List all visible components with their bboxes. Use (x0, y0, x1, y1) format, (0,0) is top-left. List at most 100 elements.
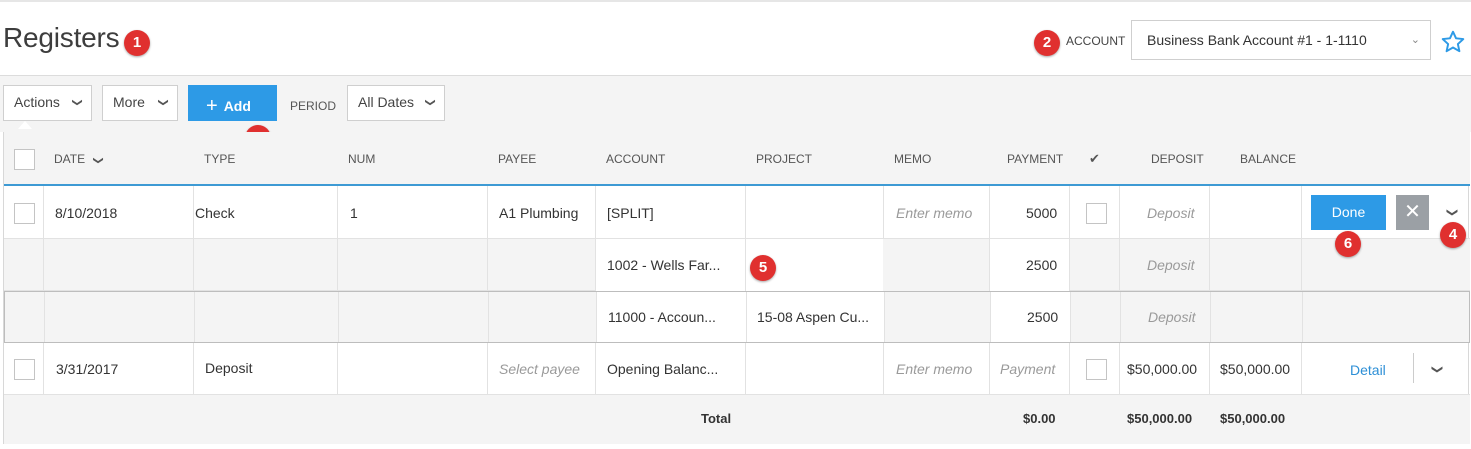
page-header: Registers 1 2 ACCOUNT Business Bank Acco… (0, 2, 1471, 76)
column-divider (1209, 343, 1210, 395)
deposit-cell[interactable]: $50,000.00 (1127, 361, 1197, 377)
column-divider (883, 186, 884, 239)
action-divider (1413, 353, 1414, 383)
total-balance: $50,000.00 (1220, 411, 1286, 426)
column-header-payee: PAYEE (498, 152, 537, 166)
column-divider (1119, 186, 1120, 239)
date-cell[interactable]: 8/10/2018 (55, 205, 117, 221)
column-header-project: PROJECT (756, 152, 813, 166)
column-divider (43, 186, 44, 239)
column-divider (337, 239, 338, 291)
memo-blank-cell (883, 239, 989, 291)
done-button[interactable]: Done (1311, 195, 1386, 230)
account-cell[interactable]: Opening Balanc... (607, 361, 718, 377)
column-divider (595, 343, 596, 395)
period-value: All Dates (358, 94, 415, 110)
column-divider (989, 239, 990, 291)
payee-input[interactable]: Select payee (499, 361, 580, 377)
add-button[interactable]: + Add (188, 85, 277, 121)
payee-cell[interactable]: A1 Plumbing (499, 205, 578, 221)
total-payment: $0.00 (1023, 411, 1056, 426)
split-deposit-input[interactable]: Deposit (1147, 257, 1194, 273)
type-cell[interactable]: Deposit (205, 360, 252, 376)
split-payment-cell[interactable]: 2500 (1027, 309, 1058, 325)
type-cell[interactable]: Check (195, 205, 235, 221)
column-divider (1301, 343, 1302, 395)
column-divider (745, 343, 746, 395)
memo-input[interactable]: Enter memo (896, 205, 972, 221)
split-account-cell[interactable]: 11000 - Accoun... (608, 309, 716, 325)
page-title: Registers (3, 22, 120, 53)
chevron-down-icon[interactable]: ❯ (1446, 208, 1459, 217)
cleared-checkbox[interactable] (1086, 359, 1107, 380)
column-divider (43, 239, 44, 291)
chevron-down-icon: ❯ (157, 98, 169, 107)
chevron-down-icon[interactable]: ❯ (1431, 365, 1444, 374)
table-header-row: DATE ❯ TYPE NUM PAYEE ACCOUNT PROJECT ME… (4, 132, 1470, 186)
chevron-down-icon: ❯ (71, 98, 83, 107)
select-all-checkbox[interactable] (14, 149, 35, 170)
detail-link[interactable]: Detail (1350, 362, 1386, 378)
column-divider (1069, 186, 1070, 239)
column-header-num: NUM (348, 152, 376, 166)
account-cell[interactable]: [SPLIT] (607, 205, 654, 221)
more-button[interactable]: More ❯ (102, 85, 178, 121)
table-row[interactable]: 8/10/2018 Check 1 A1 Plumbing [SPLIT] En… (4, 186, 1470, 239)
column-divider (883, 343, 884, 395)
split-deposit-input[interactable]: Deposit (1148, 309, 1195, 325)
add-label: Add (223, 98, 251, 114)
column-divider (338, 292, 339, 342)
total-deposit: $50,000.00 (1127, 411, 1193, 426)
column-divider (1209, 239, 1210, 291)
total-label: Total (701, 411, 732, 426)
split-project-cell[interactable]: 15-08 Aspen Cu... (757, 309, 869, 325)
cancel-button[interactable]: ✕ (1396, 195, 1429, 230)
sort-chevron-icon: ❯ (93, 156, 105, 165)
column-header-cleared: ✔ (1089, 151, 1100, 166)
totals-row: Total $0.00 $50,000.00 $50,000.00 (4, 395, 1470, 444)
toolbar: Actions ❯ More ❯ +Add 3 PERIOD All Dates… (0, 76, 1471, 151)
row-checkbox[interactable] (14, 359, 35, 380)
column-divider (595, 239, 596, 291)
split-account-cell[interactable]: 1002 - Wells Far... (607, 257, 720, 273)
column-divider (337, 343, 338, 395)
column-divider (596, 292, 597, 342)
column-divider (1119, 343, 1120, 395)
column-divider (1069, 239, 1070, 291)
column-divider (1301, 186, 1302, 239)
column-divider (884, 292, 885, 342)
column-divider (1302, 292, 1303, 342)
payment-input[interactable]: 5000 (1026, 205, 1057, 221)
balance-cell: $50,000.00 (1220, 361, 1291, 377)
column-header-memo: MEMO (894, 152, 932, 166)
actions-label: Actions (14, 94, 60, 110)
date-cell[interactable]: 3/31/2017 (56, 361, 118, 377)
column-divider (487, 186, 488, 239)
memo-input[interactable]: Enter memo (896, 361, 972, 377)
star-icon[interactable] (1440, 29, 1466, 55)
payment-input[interactable]: Payment (1000, 361, 1055, 377)
cleared-checkbox[interactable] (1086, 203, 1107, 224)
actions-button[interactable]: Actions ❯ (3, 85, 92, 121)
column-divider (487, 343, 488, 395)
column-divider (990, 292, 991, 342)
split-payment-cell[interactable]: 2500 (1026, 257, 1057, 273)
account-label: ACCOUNT (1066, 34, 1126, 48)
column-divider (193, 239, 194, 291)
column-divider (194, 292, 195, 342)
account-select[interactable]: Business Bank Account #1 - 1-1110 ⌄ (1131, 20, 1431, 60)
period-select[interactable]: All Dates ❯ (347, 85, 445, 121)
column-header-type: TYPE (204, 152, 236, 166)
split-row[interactable]: 11000 - Accoun... 15-08 Aspen Cu... 2500… (4, 291, 1470, 343)
column-header-balance: BALANCE (1240, 152, 1297, 166)
column-divider (595, 186, 596, 239)
split-row[interactable]: 1002 - Wells Far... 2500 Deposit (4, 239, 1470, 291)
row-checkbox[interactable] (14, 203, 35, 224)
period-label: PERIOD (290, 99, 337, 113)
table-row[interactable]: 3/31/2017 Deposit Select payee Opening B… (4, 343, 1470, 395)
column-divider (1070, 292, 1071, 342)
column-header-date[interactable]: DATE ❯ (54, 152, 105, 166)
num-cell[interactable]: 1 (350, 205, 358, 221)
column-header-date-label: DATE (54, 152, 86, 166)
deposit-input[interactable]: Deposit (1147, 205, 1194, 221)
